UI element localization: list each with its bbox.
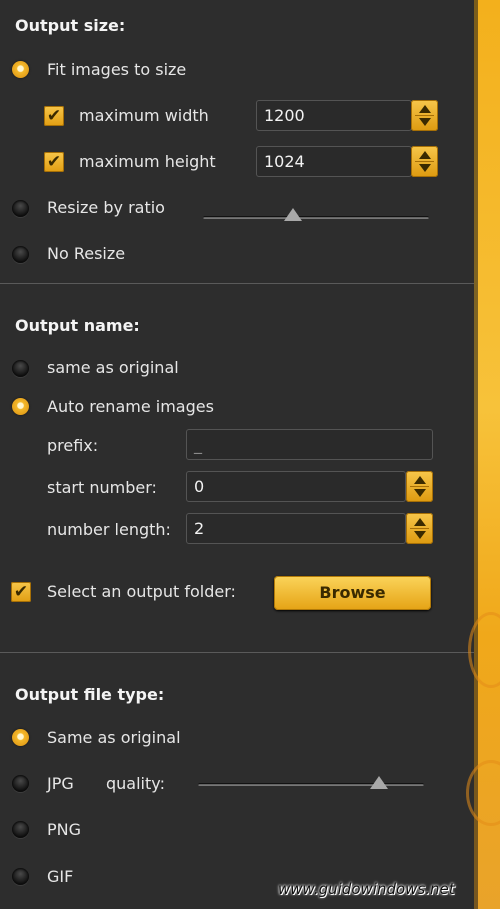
output-folder-label: Select an output folder: bbox=[47, 582, 236, 601]
max-height-label: maximum height bbox=[79, 152, 216, 171]
section-divider bbox=[0, 652, 474, 653]
start-number-label: start number: bbox=[47, 478, 157, 497]
gif-label: GIF bbox=[47, 867, 74, 886]
jpg-radio[interactable] bbox=[12, 775, 29, 792]
same-type-radio[interactable] bbox=[12, 729, 29, 746]
arrow-up-icon[interactable] bbox=[414, 518, 426, 526]
watermark-text: www.guidowindows.net bbox=[278, 880, 455, 898]
quality-label: quality: bbox=[106, 774, 165, 793]
same-name-radio[interactable] bbox=[12, 360, 29, 377]
ratio-slider-thumb[interactable] bbox=[284, 208, 303, 221]
auto-rename-label: Auto rename images bbox=[47, 397, 214, 416]
same-name-label: same as original bbox=[47, 358, 179, 377]
no-resize-radio[interactable] bbox=[12, 246, 29, 263]
max-width-spinner[interactable] bbox=[411, 100, 438, 131]
png-label: PNG bbox=[47, 820, 82, 839]
prefix-label: prefix: bbox=[47, 436, 99, 455]
arrow-down-icon[interactable] bbox=[419, 118, 431, 126]
resize-ratio-label: Resize by ratio bbox=[47, 198, 165, 217]
arrow-down-icon[interactable] bbox=[419, 164, 431, 172]
arrow-down-icon[interactable] bbox=[414, 489, 426, 497]
start-number-spinner[interactable] bbox=[406, 471, 433, 502]
quality-slider-track[interactable] bbox=[198, 783, 424, 786]
quality-slider-thumb[interactable] bbox=[369, 776, 388, 789]
resize-ratio-radio[interactable] bbox=[12, 200, 29, 217]
jpg-label: JPG bbox=[47, 774, 74, 793]
fit-images-label: Fit images to size bbox=[47, 60, 187, 79]
max-height-spinner[interactable] bbox=[411, 146, 438, 177]
arrow-up-icon[interactable] bbox=[419, 105, 431, 113]
output-type-heading: Output file type: bbox=[15, 685, 165, 704]
settings-panel: Output size: Fit images to size ✔ maximu… bbox=[0, 0, 474, 909]
browse-button[interactable]: Browse bbox=[274, 576, 431, 610]
max-height-input[interactable]: 1024 bbox=[256, 146, 412, 177]
same-type-label: Same as original bbox=[47, 728, 181, 747]
prefix-input[interactable]: _ bbox=[186, 429, 433, 460]
max-width-label: maximum width bbox=[79, 106, 209, 125]
max-width-input[interactable]: 1200 bbox=[256, 100, 412, 131]
section-divider bbox=[0, 283, 474, 284]
no-resize-label: No Resize bbox=[47, 244, 126, 263]
max-height-checkbox[interactable]: ✔ bbox=[44, 152, 64, 172]
number-length-label: number length: bbox=[47, 520, 171, 539]
auto-rename-radio[interactable] bbox=[12, 398, 29, 415]
number-length-spinner[interactable] bbox=[406, 513, 433, 544]
png-radio[interactable] bbox=[12, 821, 29, 838]
max-width-checkbox[interactable]: ✔ bbox=[44, 106, 64, 126]
start-number-input[interactable]: 0 bbox=[186, 471, 406, 502]
arrow-down-icon[interactable] bbox=[414, 531, 426, 539]
ratio-slider-track[interactable] bbox=[203, 216, 429, 219]
output-folder-checkbox[interactable]: ✔ bbox=[11, 582, 31, 602]
arrow-up-icon[interactable] bbox=[414, 476, 426, 484]
arrow-up-icon[interactable] bbox=[419, 151, 431, 159]
output-size-heading: Output size: bbox=[15, 16, 126, 35]
fit-images-radio[interactable] bbox=[12, 61, 29, 78]
output-name-heading: Output name: bbox=[15, 316, 140, 335]
gif-radio[interactable] bbox=[12, 868, 29, 885]
number-length-input[interactable]: 2 bbox=[186, 513, 406, 544]
